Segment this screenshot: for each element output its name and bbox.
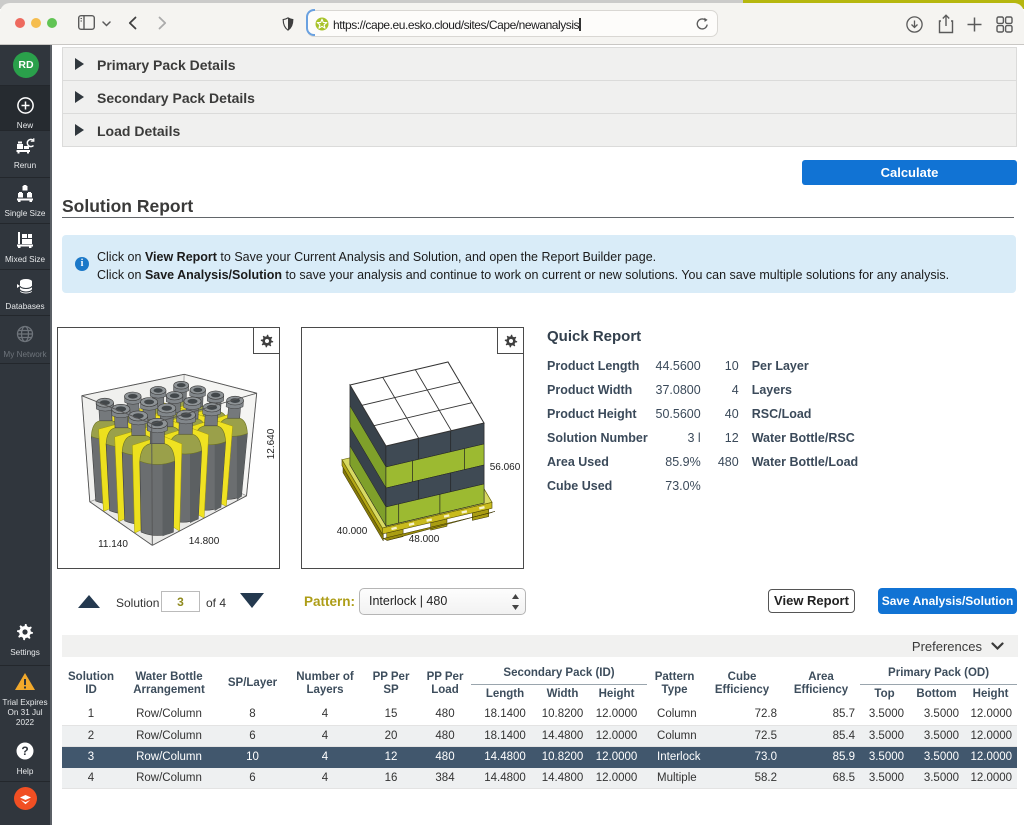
svg-text:14.800: 14.800 <box>189 536 220 547</box>
svg-text:40.000: 40.000 <box>337 526 368 537</box>
svg-text:12.640: 12.640 <box>266 428 277 459</box>
svg-text:48.000: 48.000 <box>409 534 440 545</box>
svg-text:?: ? <box>21 744 28 758</box>
svg-text:11.140: 11.140 <box>98 539 128 550</box>
svg-text:56.060: 56.060 <box>490 462 521 473</box>
